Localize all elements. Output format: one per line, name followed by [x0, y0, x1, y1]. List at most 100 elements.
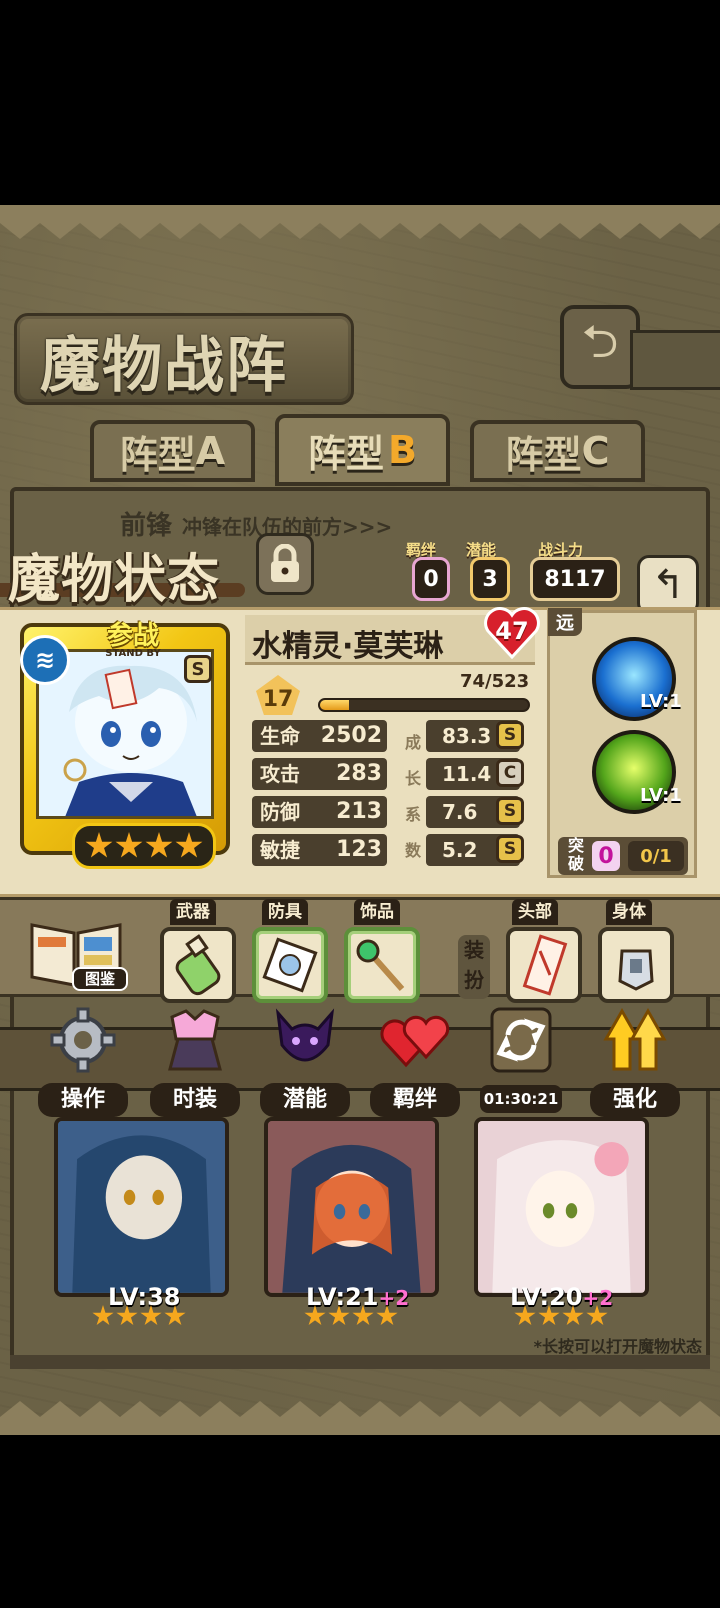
- action-label: 操作: [38, 1083, 128, 1117]
- weapon-slot[interactable]: [160, 927, 236, 1003]
- hero-stars: [72, 823, 216, 869]
- star-icon: [304, 1305, 326, 1326]
- outfit-button[interactable]: 时装: [150, 1005, 240, 1117]
- exp-bar-fill: [320, 700, 350, 710]
- potential-value[interactable]: 3: [470, 557, 510, 601]
- stat-value: 123: [336, 837, 382, 862]
- grade-badge: S: [496, 835, 524, 863]
- breakthrough-label: 突 破: [566, 837, 586, 873]
- growth-label-char: 系: [404, 805, 421, 824]
- star-icon: [92, 1305, 114, 1326]
- tab-suffix: A: [195, 429, 226, 473]
- tab-formation-c[interactable]: 阵型 C: [470, 420, 645, 482]
- standby-label: 参战 STAND BY: [90, 615, 176, 659]
- star-icon: [352, 1305, 374, 1326]
- return-arrow-icon: ↰: [651, 562, 685, 608]
- roster-card[interactable]: [264, 1117, 439, 1297]
- head-slot[interactable]: [506, 927, 582, 1003]
- stat-value: 283: [336, 761, 382, 786]
- back-arrow-icon: ⮌: [581, 314, 619, 368]
- back-button[interactable]: ⮌: [560, 305, 640, 389]
- swap-timer: 01:30:21: [480, 1085, 562, 1113]
- upgrade-button[interactable]: 强化: [590, 1005, 680, 1117]
- star-icon: [140, 1305, 162, 1326]
- slot-tag: 防具: [262, 899, 308, 925]
- bottom-zigzag-border: [0, 1401, 720, 1435]
- roster-portrait: [268, 1121, 435, 1293]
- tab-label: 阵型: [308, 431, 385, 476]
- dress-label-bottom: 扮: [464, 968, 484, 992]
- standby-subtext: STAND BY: [105, 648, 161, 659]
- slot-tag: 身体: [606, 899, 652, 925]
- magic-wand-icon: [356, 939, 405, 991]
- roster-stars: [92, 1305, 186, 1327]
- skill-level: LV:1: [640, 691, 682, 712]
- star-icon: [538, 1305, 560, 1326]
- standby-text: 参战: [106, 621, 159, 651]
- star-icon: [116, 1305, 138, 1326]
- lock-button[interactable]: [256, 533, 314, 595]
- operate-button[interactable]: 操作: [38, 1005, 128, 1117]
- star-icon: [175, 832, 203, 858]
- breakthrough-label-bottom: 破: [567, 854, 584, 873]
- growth-label-char: 数: [404, 841, 421, 860]
- outfit-icon: [168, 1009, 222, 1071]
- stat-value: 213: [336, 799, 382, 824]
- growth-label-char: 成: [404, 733, 421, 752]
- demon-icon: [275, 1008, 335, 1062]
- scroll-icon: [262, 937, 318, 993]
- bond-button[interactable]: 羁绊: [370, 1005, 460, 1117]
- star-icon: [85, 832, 113, 858]
- roster-card[interactable]: [474, 1117, 649, 1297]
- action-label: 羁绊: [370, 1083, 460, 1117]
- tab-formation-b[interactable]: 阵型 B: [275, 414, 450, 486]
- star-icon: [164, 1305, 186, 1326]
- hero-name: 水精灵·莫芙琳: [252, 629, 444, 664]
- armor-icon: [618, 949, 654, 991]
- star-icon: [115, 832, 143, 858]
- tab-formation-a[interactable]: 阵型 A: [90, 420, 255, 482]
- return-button[interactable]: ↰: [637, 555, 699, 615]
- range-tag: 远: [548, 608, 582, 636]
- exp-bar: [318, 698, 530, 712]
- page-title: 魔物战阵: [40, 331, 288, 401]
- accessory-slot[interactable]: [344, 927, 420, 1003]
- slot-tag: 头部: [512, 899, 558, 925]
- star-icon: [145, 832, 173, 858]
- codex-label[interactable]: 图鉴: [72, 967, 128, 991]
- dress-label-top: 装: [464, 938, 484, 962]
- roster-card[interactable]: [54, 1117, 229, 1297]
- dress-up-label: 装 扮: [458, 935, 490, 999]
- long-press-hint: *长按可以打开魔物状态: [533, 1337, 702, 1356]
- upgrade-arrows-icon: [603, 1007, 667, 1071]
- water-element-icon: ≋: [20, 635, 70, 685]
- roster-stars: [514, 1305, 608, 1327]
- body-slot[interactable]: [598, 927, 674, 1003]
- armor-slot[interactable]: [252, 927, 328, 1003]
- rank-badge: S: [184, 655, 212, 683]
- growth-coefficient-label: 成 长 系 数: [404, 725, 422, 869]
- action-label: 潜能: [260, 1083, 350, 1117]
- formation-tabs: 阵型 A 阵型 B 阵型 C: [20, 414, 700, 490]
- skill-level: LV:1: [640, 785, 682, 806]
- slot-tag: 武器: [170, 899, 216, 925]
- slot-tag: 饰品: [354, 899, 400, 925]
- roster-portrait: [478, 1121, 645, 1293]
- game-scene: 魔物战阵 ⮌ 阵型 A 阵型 B 阵型 C 前锋 冲锋在队伍的前方>>> 魔物状态…: [0, 205, 720, 1435]
- bond-value[interactable]: 0: [412, 557, 450, 601]
- combat-power-value: 8117: [530, 557, 620, 601]
- star-icon: [376, 1305, 398, 1326]
- star-icon: [562, 1305, 584, 1326]
- top-zigzag-border: [0, 205, 720, 239]
- breakthrough-count: 0: [592, 841, 620, 871]
- lower-frame: [10, 1355, 710, 1369]
- breakthrough-progress[interactable]: 0/1: [628, 841, 684, 871]
- potential-button[interactable]: 潜能: [260, 1005, 350, 1117]
- grade-badge: C: [496, 759, 524, 787]
- stat-value: 2502: [320, 723, 382, 748]
- gear-icon: [50, 1007, 116, 1073]
- action-label: 强化: [590, 1083, 680, 1117]
- talisman-icon: [522, 934, 568, 996]
- lock-icon: [271, 544, 299, 582]
- grade-badge: S: [496, 721, 524, 749]
